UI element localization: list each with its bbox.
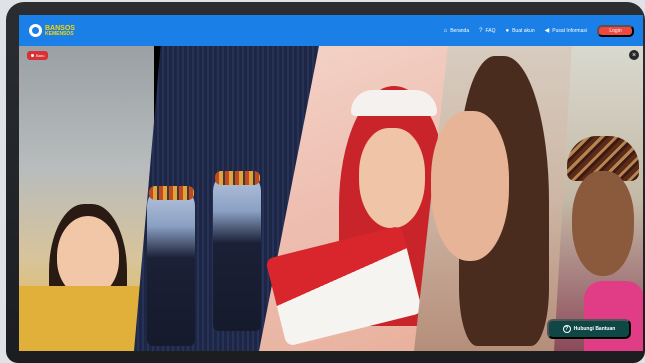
new-badge[interactable]: Baru <box>27 51 49 60</box>
close-icon[interactable]: × <box>629 50 639 60</box>
nav-links: ⌂ Beranda ? FAQ ● Buat akun ◀ Pusat Info… <box>444 24 634 37</box>
photo-shape <box>351 90 437 116</box>
photo-shape <box>215 171 260 185</box>
nav-link-label: Beranda <box>450 27 470 34</box>
user-icon: ● <box>505 27 510 34</box>
laptop-frame: BANSOS KEMENSOS ⌂ Beranda ? FAQ ● Buat a… <box>6 2 645 363</box>
nav-link-label: FAQ <box>485 27 496 34</box>
nav-link-buat-akun[interactable]: ● Buat akun <box>505 28 534 34</box>
nav-link-label: Buat akun <box>512 27 535 34</box>
login-button[interactable]: Login <box>597 24 634 37</box>
badge-label: Baru <box>36 53 45 58</box>
question-icon: ? <box>479 27 483 34</box>
nav-link-pusat-informasi[interactable]: ◀ Pusat Informasi <box>545 28 587 34</box>
help-button-label: Hubungi Bantuan <box>573 326 616 332</box>
home-icon: ⌂ <box>443 27 448 34</box>
nav-link-faq[interactable]: ? FAQ <box>479 28 495 34</box>
dot-icon <box>31 54 34 57</box>
photo-shape <box>19 286 154 351</box>
photo-shape <box>584 281 643 351</box>
browser-viewport: BANSOS KEMENSOS ⌂ Beranda ? FAQ ● Buat a… <box>19 15 643 351</box>
logo-line2: KEMENSOS <box>45 30 74 37</box>
photo-shape <box>213 171 261 331</box>
photo-shape <box>359 128 425 228</box>
top-navbar: BANSOS KEMENSOS ⌂ Beranda ? FAQ ● Buat a… <box>19 15 643 46</box>
site-logo[interactable]: BANSOS KEMENSOS <box>29 24 75 37</box>
nav-link-beranda[interactable]: ⌂ Beranda <box>444 28 470 34</box>
photo-shape <box>572 171 634 276</box>
photo-shape <box>149 186 194 200</box>
logo-wordmark: BANSOS KEMENSOS <box>45 25 75 37</box>
megaphone-icon: ◀ <box>544 27 550 34</box>
contact-support-button[interactable]: ? Hubungi Bantuan <box>547 319 631 339</box>
hero-banner: Baru × ? Hubungi Bantuan <box>19 46 643 351</box>
help-circle-icon: ? <box>562 325 571 333</box>
logo-emblem-icon <box>29 24 42 37</box>
photo-shape <box>57 216 119 296</box>
photo-shape <box>431 111 509 261</box>
nav-link-label: Pusat Informasi <box>552 27 587 34</box>
photo-shape <box>147 186 195 346</box>
